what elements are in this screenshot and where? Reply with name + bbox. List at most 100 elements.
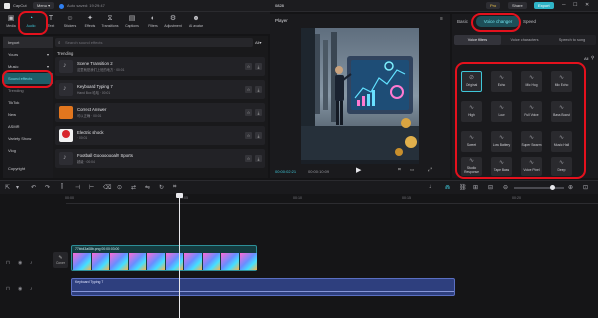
audio-category-nav: Import Yours ▾ Music ▾ Sound effects Trend… [3, 36, 53, 178]
mirror-icon[interactable]: ⇋ [145, 184, 150, 191]
chevron-down-icon[interactable]: ▾ [16, 184, 19, 191]
audio-clip[interactable]: Keyboard Typing 7 [71, 278, 455, 296]
nav-yours[interactable]: Yours ▾ [3, 49, 53, 60]
split-left-icon[interactable]: ⊣ [75, 184, 80, 191]
export-button[interactable]: Export [534, 2, 554, 9]
tool-adjustment[interactable]: ⚙ Adjustment [164, 14, 182, 32]
zoom-out-icon[interactable]: ⊖ [503, 184, 508, 191]
download-icon[interactable]: ⤓ [255, 86, 262, 93]
app-name: CapCut [13, 3, 27, 8]
ruler-tick: 00:00 [65, 196, 74, 200]
tool-effects[interactable]: ✦ Effects [82, 14, 98, 32]
music-note-icon: ♪ [59, 83, 73, 96]
pro-button[interactable]: Pro [486, 2, 501, 9]
tool-filters[interactable]: ◐ Filters [145, 14, 161, 32]
menu-button[interactable]: Menu ▾ [33, 2, 55, 9]
ai-avatar-icon: ☻ [192, 15, 200, 22]
fit-icon[interactable]: ⊡ [583, 184, 588, 191]
ruler-line [66, 203, 598, 204]
close-icon[interactable]: ✕ [585, 2, 589, 8]
share-button[interactable]: Share [508, 2, 527, 9]
tab-basic[interactable]: Basic [457, 19, 468, 24]
rotate-icon[interactable]: ↻ [159, 184, 164, 191]
tool-media[interactable]: ▣ Media [3, 14, 19, 32]
playhead[interactable] [179, 194, 180, 318]
video-preview[interactable] [301, 28, 419, 164]
microphone-icon[interactable]: ♩ [429, 184, 435, 190]
zoom-slider-handle[interactable] [550, 185, 555, 190]
nav-copyright[interactable]: Copyright [3, 163, 53, 174]
subtab-voice-characters[interactable]: Voice characters [501, 35, 548, 45]
zoom-slider[interactable] [514, 185, 564, 190]
player-panel: Player ≡ 00:00:02:21 00:00:10:09 ▶ ⌗ ▭ ⤢ [270, 14, 450, 178]
tool-stickers[interactable]: ☺ Stickers [62, 14, 78, 32]
timeline-toolbar: ⇱ ▾ ↶ ↷ ⫿ ⊣ ⊢ ⌫ ⊙ ⇄ ⇋ ↻ ⌗ ♩ ⋒ ⛓ ⊞ ⊟ ⊖ ⊕ … [0, 180, 598, 194]
crop-icon[interactable]: ⌗ [173, 184, 176, 191]
freeze-icon[interactable]: ⊙ [117, 184, 122, 191]
zoom-in-icon[interactable]: ⊕ [568, 184, 573, 191]
favorite-star-icon[interactable]: ☆ [245, 155, 252, 162]
favorite-star-icon[interactable]: ☆ [245, 63, 252, 70]
favorite-star-icon[interactable]: ☆ [245, 86, 252, 93]
nav-new[interactable]: New [3, 109, 53, 120]
subtab-voice-filters[interactable]: Voice filters [454, 35, 501, 45]
nav-variety-show[interactable]: Variety Show [3, 133, 53, 144]
music-note-icon: ♪ [59, 60, 73, 73]
download-icon[interactable]: ⤓ [255, 63, 262, 70]
nav-asmr[interactable]: ASMR [3, 121, 53, 132]
nav-import[interactable]: Import [3, 37, 53, 48]
preview-axis-icon[interactable]: ⊞ [473, 184, 478, 191]
tool-transitions[interactable]: ⧖ Transitions [102, 14, 119, 32]
maximize-icon[interactable]: ☐ [573, 2, 577, 8]
split-icon[interactable]: ⫿ [61, 184, 63, 191]
crop-icon[interactable]: ⌗ [398, 167, 401, 173]
download-icon[interactable]: ⤓ [255, 109, 262, 116]
eye-icon[interactable]: ◉ [18, 286, 22, 292]
timeline: 00:00 00:05 00:10 00:15 00:20 ⊓ ◉ ♪ ✎ Co… [0, 193, 598, 318]
select-cursor-icon[interactable]: ⇱ [5, 184, 10, 191]
list-item[interactable]: ♪ Keyboard Typing 7 Hand Box 哈哈 · 00:01 … [55, 80, 265, 99]
snap-icon[interactable]: ⊟ [488, 184, 493, 191]
chevron-down-icon: ▾ [46, 64, 49, 69]
filter-dropdown[interactable]: All ▾ [255, 38, 266, 47]
audio-toggle-icon[interactable]: ♪ [30, 260, 33, 266]
video-clip[interactable]: 77bb43a08b.png 00:00:03:00 [71, 245, 257, 271]
play-icon[interactable]: ▶ [356, 166, 361, 174]
delete-icon[interactable]: ⌫ [103, 184, 111, 191]
tool-captions[interactable]: ▤ Captions [124, 14, 140, 32]
list-item[interactable]: ♪ Scene Transition 2 这里就是我们上班的地方 · 00:01… [55, 57, 265, 76]
redo-icon[interactable]: ↷ [45, 184, 50, 191]
playhead-handle[interactable] [176, 193, 183, 198]
minimize-icon[interactable]: ─ [562, 2, 566, 8]
split-right-icon[interactable]: ⊢ [89, 184, 94, 191]
search-field[interactable]: ⌕ Search sound effects [55, 38, 253, 47]
favorite-star-icon[interactable]: ☆ [245, 109, 252, 116]
chevron-down-icon: ▾ [46, 52, 49, 57]
nav-tiktok[interactable]: TikTok [3, 97, 53, 108]
eye-icon[interactable]: ◉ [18, 260, 22, 266]
lock-icon[interactable]: ⊓ [6, 260, 10, 266]
list-item[interactable]: Electric shock · 00:01 ☆ ⤓ [55, 126, 265, 145]
cover-button[interactable]: ✎ Cover [53, 252, 68, 268]
volume-icon[interactable]: ♪ [30, 286, 33, 292]
filter-icon[interactable]: ⚲ [591, 55, 594, 61]
fullscreen-icon[interactable]: ⤢ [428, 167, 432, 173]
stickers-icon: ☺ [66, 15, 74, 22]
undo-icon[interactable]: ↶ [31, 184, 36, 191]
download-icon[interactable]: ⤓ [255, 132, 262, 139]
link-icon[interactable]: ⛓ [459, 184, 467, 191]
all-filter[interactable]: All [584, 56, 588, 61]
subtab-speech-to-song[interactable]: Speech to song [548, 35, 596, 45]
magnet-icon[interactable]: ⋒ [445, 184, 450, 191]
ratio-label-icon[interactable]: ▭ [410, 167, 414, 173]
nav-vlog[interactable]: Vlog [3, 145, 53, 156]
reverse-icon[interactable]: ⇄ [131, 184, 136, 191]
tab-speed[interactable]: Speed [523, 19, 536, 24]
list-item[interactable]: Correct Answer 可以正确 · 00:01 ☆ ⤓ [55, 103, 265, 122]
lock-icon[interactable]: ⊓ [6, 286, 10, 292]
favorite-star-icon[interactable]: ☆ [245, 132, 252, 139]
list-item[interactable]: ♪ Football Goooooooal!! Sports 超级 · 00:0… [55, 149, 265, 168]
more-menu-icon[interactable]: ≡ [440, 16, 443, 22]
tool-ai-avatar[interactable]: ☻ AI avatar [188, 14, 204, 32]
download-icon[interactable]: ⤓ [255, 155, 262, 162]
